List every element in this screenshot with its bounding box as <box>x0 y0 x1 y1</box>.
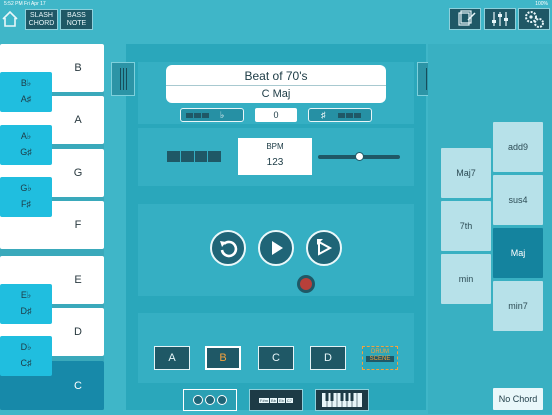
key-bflat[interactable]: B♭ A♯ <box>0 72 52 112</box>
mode-keyboard-tab[interactable] <box>315 389 369 411</box>
mini-next-icon <box>217 395 227 405</box>
slash-chord-label: SLASH CHORD <box>28 12 55 27</box>
loop-button[interactable] <box>210 230 246 266</box>
quality-min[interactable]: min <box>441 254 491 304</box>
loop-icon <box>220 240 238 258</box>
quality-maj7[interactable]: Maj7 <box>441 148 491 198</box>
section-a-button[interactable]: A <box>154 346 190 370</box>
mini-loop-icon <box>193 395 203 405</box>
section-b-button[interactable]: B <box>205 346 241 370</box>
home-icon <box>2 10 18 27</box>
slash-chord-button[interactable]: SLASH CHORD <box>25 9 58 30</box>
left-drag-handle[interactable] <box>111 62 135 96</box>
transpose-down-button[interactable]: ♭ <box>180 108 244 122</box>
play-button[interactable] <box>258 230 294 266</box>
flat-symbol: ♭ <box>220 109 225 120</box>
key-eflat[interactable]: E♭ D♯ <box>0 284 52 324</box>
bass-note-label: BASS NOTE <box>66 12 87 27</box>
drum-scene-button[interactable]: DRUM SCENE <box>362 346 398 370</box>
play-next-icon <box>317 239 333 256</box>
key-gflat[interactable]: G♭ F♯ <box>0 177 52 217</box>
record-button[interactable] <box>297 275 315 293</box>
song-title: Beat of 70's <box>166 65 386 86</box>
status-battery: 100% <box>535 1 548 7</box>
key-dflat[interactable]: D♭ C♯ <box>0 336 52 376</box>
tempo-slider[interactable] <box>318 151 400 163</box>
bpm-label: BPM <box>266 142 284 151</box>
sharp-symbol: ♯ <box>321 110 326 120</box>
transpose-up-button[interactable]: ♯ <box>308 108 372 122</box>
mode-chord-list-tab[interactable]: F#m Bb Eb C7 <box>249 389 303 411</box>
transpose-value: 0 <box>255 108 297 122</box>
no-chord-button[interactable]: No Chord <box>493 388 543 410</box>
key-aflat[interactable]: A♭ G♯ <box>0 125 52 165</box>
mode-transport-tab[interactable] <box>183 389 237 411</box>
mini-keyboard-icon <box>322 393 362 407</box>
section-c-button[interactable]: C <box>258 346 294 370</box>
quality-7th[interactable]: 7th <box>441 201 491 251</box>
play-next-button[interactable] <box>306 230 342 266</box>
bass-note-button[interactable]: BASS NOTE <box>60 9 93 30</box>
bpm-value: 123 <box>266 157 284 168</box>
status-bar: 5:52 PM Fri Apr 17 100% <box>0 0 552 8</box>
drum-label: DRUM <box>371 349 389 355</box>
scene-label: SCENE <box>366 356 394 362</box>
settings-button[interactable] <box>518 8 550 30</box>
record-icon <box>300 278 312 290</box>
tap-tempo-indicator[interactable] <box>167 151 221 162</box>
song-key: C Maj <box>261 88 291 100</box>
quality-min7[interactable]: min7 <box>493 281 543 331</box>
edit-button[interactable] <box>449 8 481 30</box>
song-title-box[interactable]: Beat of 70's C Maj <box>166 65 386 103</box>
mini-play-icon <box>205 395 215 405</box>
bpm-box[interactable]: BPM 123 <box>238 138 312 175</box>
play-icon <box>272 241 283 255</box>
tempo-slider-thumb[interactable] <box>354 152 364 161</box>
edit-document-icon <box>458 10 476 26</box>
home-button[interactable] <box>1 8 19 30</box>
mixer-button[interactable] <box>484 8 516 30</box>
note-keyboard: B A G F E D C B♭ A♯ A♭ G♯ G♭ F♯ E♭ D♯ D♭ C♯ <box>0 44 104 410</box>
gears-icon <box>525 11 544 28</box>
quality-sus4[interactable]: sus4 <box>493 175 543 225</box>
quality-maj[interactable]: Maj <box>493 228 543 278</box>
sliders-icon <box>492 12 508 26</box>
section-d-button[interactable]: D <box>310 346 346 370</box>
quality-add9[interactable]: add9 <box>493 122 543 172</box>
status-time: 5:52 PM Fri Apr 17 <box>4 1 46 7</box>
